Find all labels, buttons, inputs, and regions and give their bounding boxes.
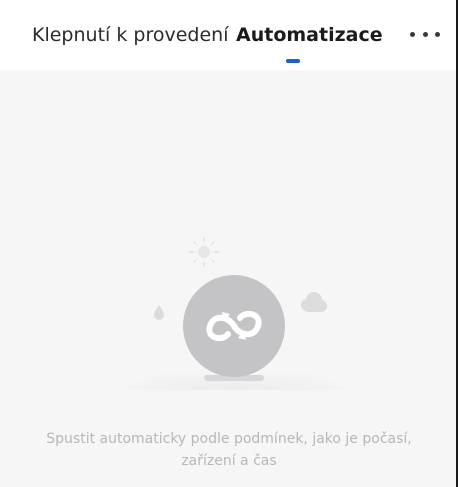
automation-screen: Klepnutí k provedení Automatizace Spusti… bbox=[0, 0, 458, 487]
tab-tap-to-run[interactable]: Klepnutí k provedení bbox=[32, 22, 228, 48]
empty-state-message: Spustit automaticky podle podmínek, jako… bbox=[46, 431, 412, 469]
more-horizontal-icon bbox=[410, 31, 415, 37]
empty-state-illustration bbox=[120, 237, 350, 390]
sun-icon bbox=[189, 237, 219, 267]
tab-header: Klepnutí k provedení Automatizace bbox=[0, 0, 456, 70]
more-options-button[interactable] bbox=[410, 22, 440, 46]
tab-automation[interactable]: Automatizace bbox=[236, 22, 383, 48]
cloud-icon bbox=[301, 292, 327, 312]
raindrop-icon bbox=[154, 305, 164, 320]
more-dot bbox=[422, 31, 428, 37]
more-dot bbox=[435, 31, 440, 37]
active-tab-indicator bbox=[286, 59, 300, 63]
